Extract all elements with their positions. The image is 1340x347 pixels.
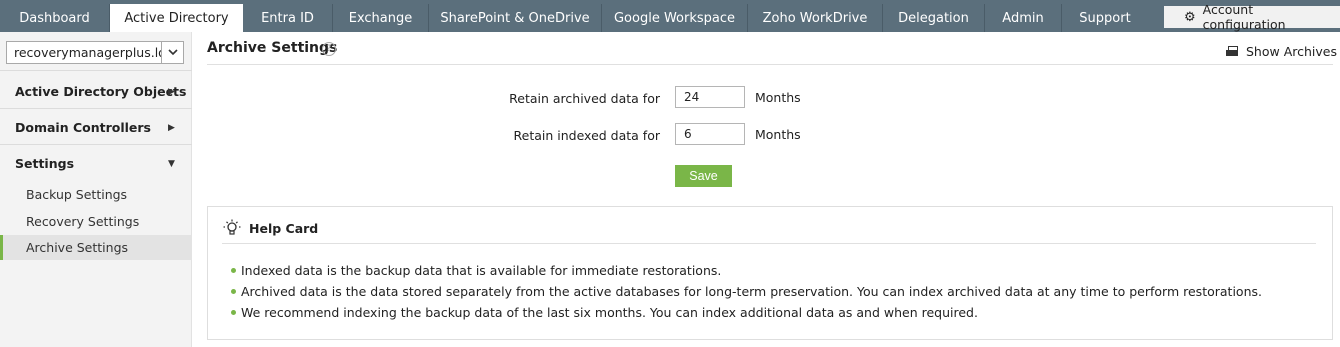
show-archives-label: Show Archives	[1246, 44, 1337, 59]
indexed-data-label: Retain indexed data for	[513, 128, 660, 143]
sidebar-item-active-directory-objects[interactable]: Active Directory Objects	[15, 84, 186, 99]
tab-support[interactable]: Support	[1062, 4, 1148, 32]
sidebar-item-domain-controllers[interactable]: Domain Controllers	[15, 120, 151, 135]
gear-icon: ⚙	[1184, 9, 1196, 25]
account-configuration-label: Account configuration	[1202, 2, 1286, 32]
sidebar-item-backup-settings[interactable]: Backup Settings	[0, 182, 192, 206]
sidebar-divider	[0, 144, 192, 145]
help-icon[interactable]: ?	[322, 42, 336, 56]
account-configuration-button[interactable]: ⚙ Account configuration	[1164, 2, 1340, 32]
archived-months-input[interactable]	[675, 86, 745, 108]
sidebar-item-recovery-settings[interactable]: Recovery Settings	[0, 209, 192, 233]
tab-sharepoint-onedrive[interactable]: SharePoint & OneDrive	[429, 4, 602, 32]
printer-icon	[1226, 46, 1238, 57]
title-divider	[207, 64, 1333, 65]
help-card-divider	[222, 243, 1316, 244]
archived-unit-label: Months	[755, 90, 801, 105]
help-item-text: We recommend indexing the backup data of…	[241, 305, 978, 320]
domain-select[interactable]: recoverymanagerplus.loc	[6, 41, 184, 64]
tab-admin[interactable]: Admin	[985, 4, 1062, 32]
help-card: Help Card Indexed data is the backup dat…	[207, 206, 1333, 340]
tab-delegation[interactable]: Delegation	[883, 4, 985, 32]
sidebar-divider	[0, 70, 192, 71]
tab-google-workspace[interactable]: Google Workspace	[602, 4, 748, 32]
tab-active-directory[interactable]: Active Directory	[110, 4, 243, 32]
bullet-icon	[231, 310, 236, 315]
lightbulb-icon	[223, 219, 241, 237]
help-item: Archived data is the data stored separat…	[231, 284, 1262, 299]
tab-dashboard[interactable]: Dashboard	[0, 4, 110, 32]
sidebar-item-settings[interactable]: Settings	[15, 156, 74, 171]
archived-data-label: Retain archived data for	[509, 91, 660, 106]
sidebar-item-archive-settings[interactable]: Archive Settings	[0, 235, 192, 260]
bullet-icon	[231, 268, 236, 273]
tab-exchange[interactable]: Exchange	[333, 4, 429, 32]
top-navigation: Dashboard Active Directory Entra ID Exch…	[0, 0, 1340, 32]
help-item-text: Indexed data is the backup data that is …	[241, 263, 722, 278]
chevron-down-icon: ▼	[168, 159, 175, 169]
chevron-right-icon: ▶	[168, 123, 175, 133]
help-item-text: Archived data is the data stored separat…	[241, 284, 1262, 299]
indexed-unit-label: Months	[755, 127, 801, 142]
help-card-title: Help Card	[249, 221, 319, 236]
sidebar-divider	[0, 108, 192, 109]
help-item: Indexed data is the backup data that is …	[231, 263, 722, 278]
show-archives-button[interactable]: Show Archives	[1226, 44, 1337, 59]
save-button[interactable]: Save	[675, 165, 732, 187]
tab-entra-id[interactable]: Entra ID	[243, 4, 333, 32]
page-title: Archive Settings	[207, 40, 338, 56]
indexed-months-input[interactable]	[675, 123, 745, 145]
tab-zoho-workdrive[interactable]: Zoho WorkDrive	[748, 4, 883, 32]
bullet-icon	[231, 289, 236, 294]
chevron-down-icon	[161, 42, 183, 63]
help-item: We recommend indexing the backup data of…	[231, 305, 978, 320]
sidebar: recoverymanagerplus.loc Active Directory…	[0, 32, 192, 347]
chevron-right-icon: ▶	[168, 87, 175, 97]
domain-select-value: recoverymanagerplus.loc	[14, 45, 161, 60]
